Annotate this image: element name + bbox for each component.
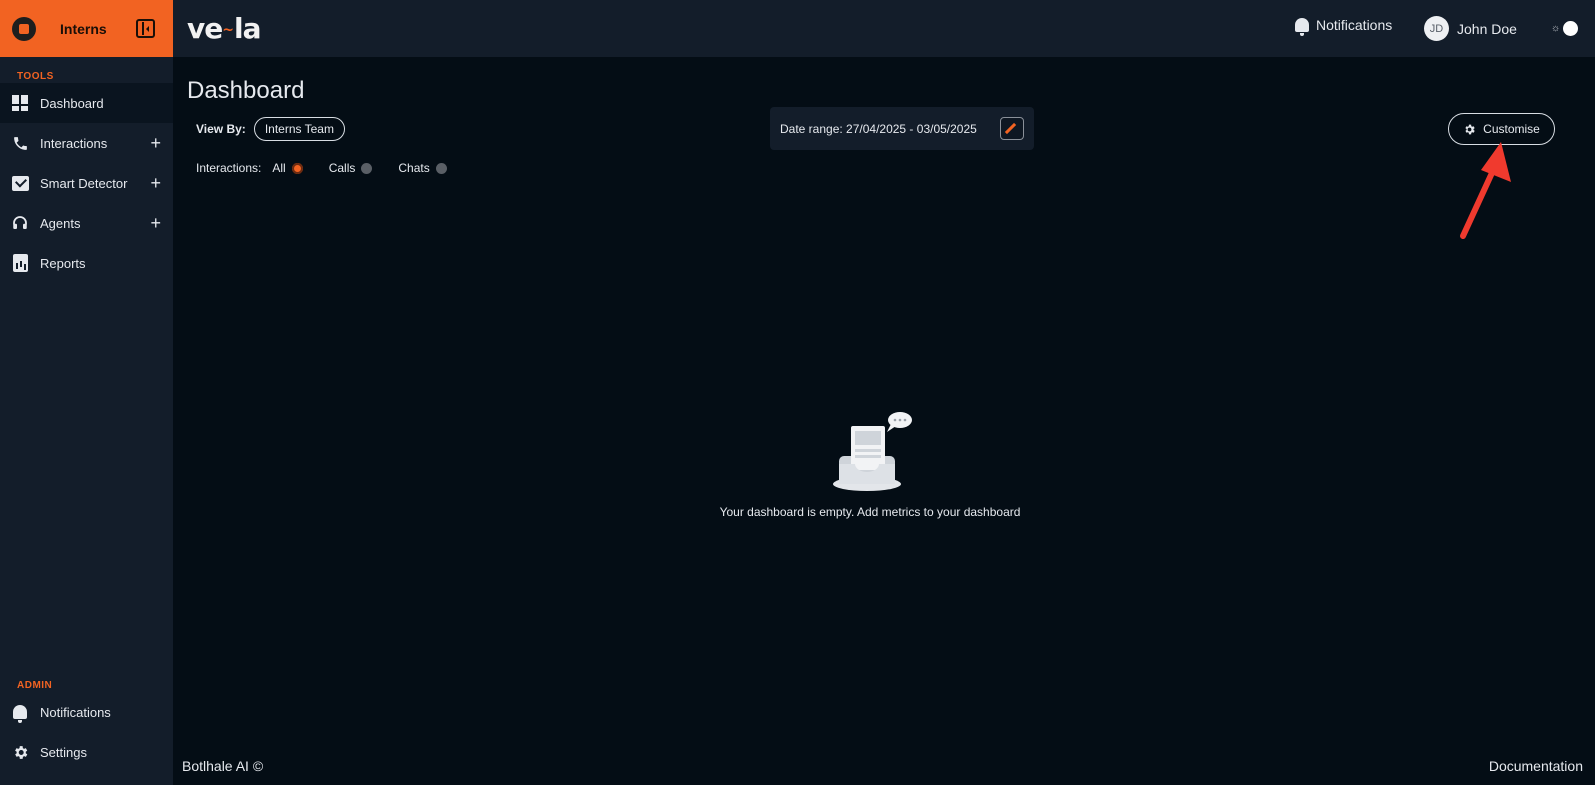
sidebar-item-reports[interactable]: Reports <box>0 243 173 283</box>
building-icon <box>12 16 36 41</box>
interaction-option-calls[interactable]: Calls <box>329 161 373 175</box>
pencil-icon <box>1004 122 1017 135</box>
user-menu[interactable]: JD John Doe <box>1424 16 1517 41</box>
view-by-filter: View By: Interns Team <box>196 117 345 141</box>
gear-icon <box>11 743 29 761</box>
radio-label: Calls <box>328 161 356 175</box>
sidebar-item-notifications[interactable]: Notifications <box>0 692 173 732</box>
expand-plus-icon[interactable]: + <box>150 134 161 152</box>
view-by-team-chip[interactable]: Interns Team <box>253 117 345 141</box>
workspace-header[interactable]: Interns <box>0 0 173 57</box>
radio-label: All <box>272 161 286 175</box>
notifications-label: Notifications <box>1316 17 1393 33</box>
dashboard-icon <box>11 94 29 112</box>
tools-nav: Dashboard Interactions + Smart Detector … <box>0 83 173 283</box>
annotation-arrow-icon <box>1460 142 1511 239</box>
sidebar-item-label: Smart Detector <box>40 175 128 191</box>
interactions-label: Interactions: <box>196 161 262 175</box>
theme-toggle[interactable]: ☼ <box>1551 21 1578 36</box>
radio-unselected-icon[interactable] <box>435 162 447 174</box>
date-range-text: Date range: 27/04/2025 - 03/05/2025 <box>780 121 977 136</box>
empty-state: Your dashboard is empty. Add metrics to … <box>700 412 1040 519</box>
sidebar-item-label: Settings <box>40 744 87 760</box>
sidebar-item-agents[interactable]: Agents + <box>0 203 173 243</box>
interactions-filter: Interactions: All Calls Chats <box>196 161 473 175</box>
interaction-option-all[interactable]: All <box>272 161 303 175</box>
view-by-label: View By: <box>196 122 246 136</box>
page-title: Dashboard <box>187 77 305 104</box>
bell-icon <box>11 703 29 723</box>
documentation-link[interactable]: Documentation <box>1489 758 1583 774</box>
sidebar-item-settings[interactable]: Settings <box>0 732 173 772</box>
avatar: JD <box>1424 16 1449 41</box>
smart-detector-icon <box>11 174 29 192</box>
logo-text-right: la <box>233 12 261 45</box>
sun-icon: ☼ <box>1551 23 1561 34</box>
sidebar-item-label: Dashboard <box>40 95 104 111</box>
admin-nav: Notifications Settings <box>0 692 173 772</box>
app-logo[interactable]: ve~la <box>187 12 261 45</box>
customise-label: Customise <box>1483 122 1540 136</box>
radio-unselected-icon[interactable] <box>361 162 373 174</box>
workspace-name: Interns <box>60 20 107 37</box>
sidebar-item-label: Reports <box>40 255 86 271</box>
logo-text-left: ve <box>187 12 223 45</box>
sidebar-item-smart-detector[interactable]: Smart Detector + <box>0 163 173 203</box>
sidebar-collapse-icon[interactable] <box>136 19 155 38</box>
headset-icon <box>11 214 29 232</box>
top-bar: ve~la Notifications JD John Doe ☼ <box>173 0 1595 57</box>
empty-state-message: Your dashboard is empty. Add metrics to … <box>719 505 1021 519</box>
sidebar-item-label: Interactions <box>40 135 108 151</box>
empty-inbox-icon <box>825 412 915 497</box>
tools-section-label: TOOLS <box>17 71 54 82</box>
sidebar-item-label: Notifications <box>40 704 111 720</box>
sidebar-item-interactions[interactable]: Interactions + <box>0 123 173 163</box>
admin-section-label: ADMIN <box>17 680 53 691</box>
sidebar: Interns TOOLS Dashboard Interactions + S… <box>0 0 173 785</box>
phone-icon <box>11 134 29 152</box>
radio-selected-icon[interactable] <box>291 162 303 174</box>
bell-icon <box>1295 18 1309 36</box>
date-range-panel: Date range: 27/04/2025 - 03/05/2025 <box>770 107 1034 150</box>
interaction-option-chats[interactable]: Chats <box>398 161 447 175</box>
expand-plus-icon[interactable]: + <box>150 174 161 192</box>
sidebar-item-label: Agents <box>40 215 81 231</box>
sidebar-item-dashboard[interactable]: Dashboard <box>0 83 173 123</box>
gear-icon <box>1463 123 1476 136</box>
toggle-knob <box>1563 21 1578 36</box>
radio-label: Chats <box>398 161 430 175</box>
user-name: John Doe <box>1457 20 1517 37</box>
edit-date-range-button[interactable] <box>1000 117 1024 140</box>
report-icon <box>11 254 29 272</box>
expand-plus-icon[interactable]: + <box>150 214 161 232</box>
logo-waveform-icon: ~ <box>222 22 234 38</box>
notifications-button[interactable]: Notifications <box>1295 17 1393 36</box>
footer-copyright: Botlhale AI © <box>182 758 264 774</box>
